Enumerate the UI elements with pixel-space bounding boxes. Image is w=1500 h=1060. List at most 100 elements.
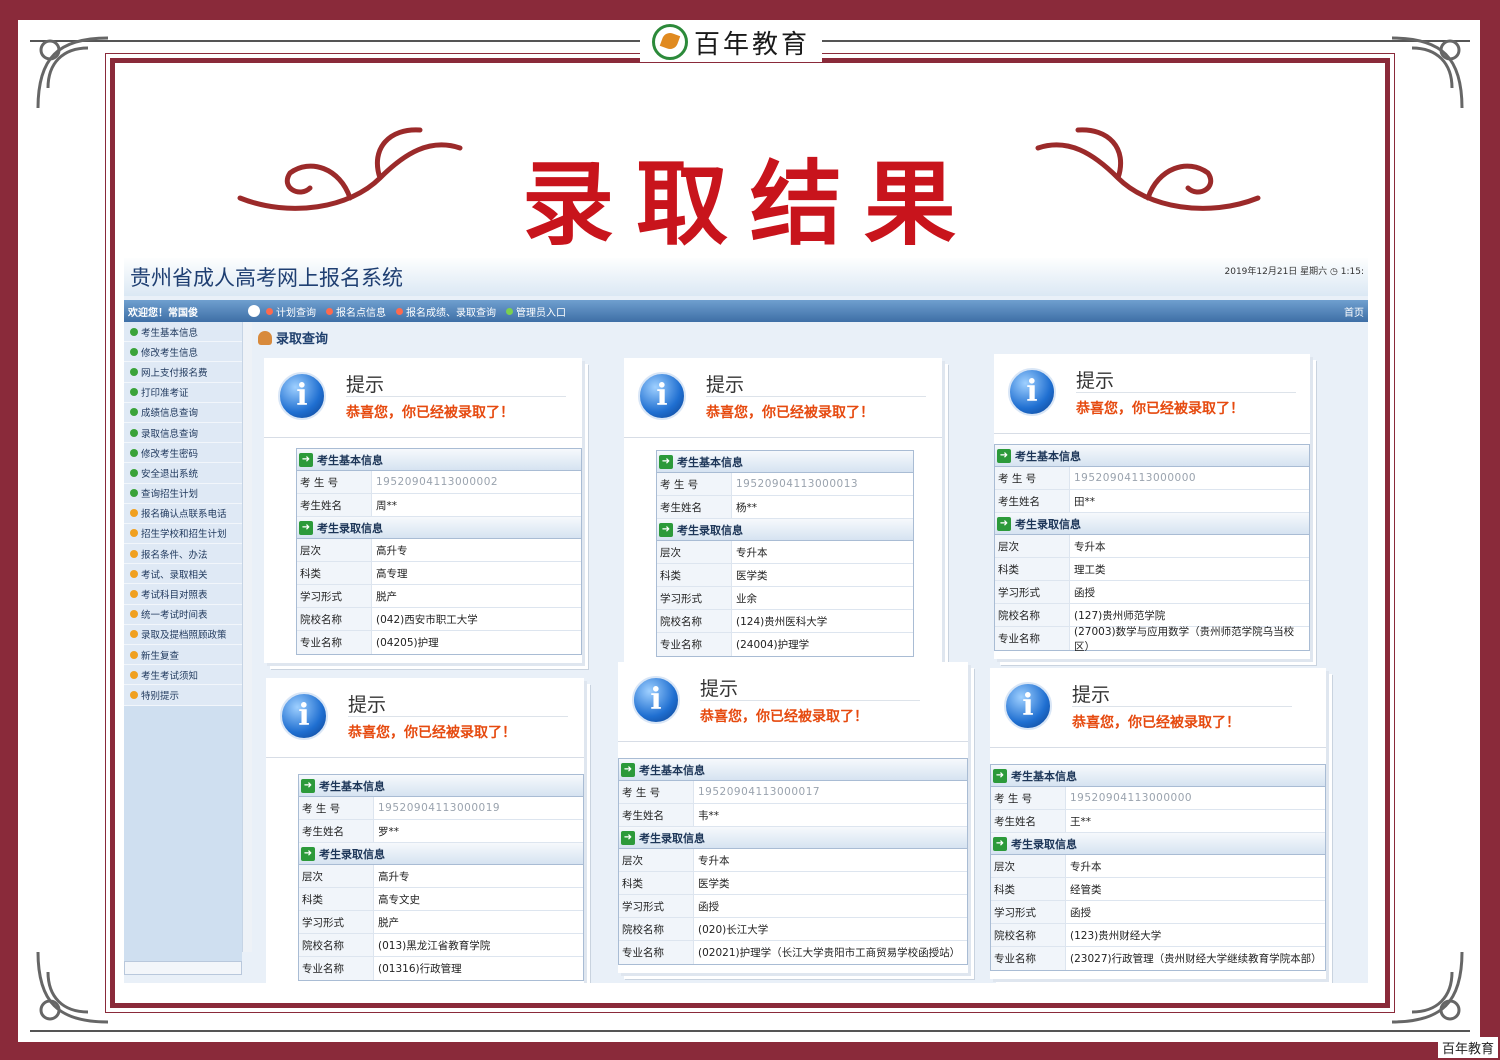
home-link[interactable]: 首页 <box>1344 304 1368 319</box>
tip-divider <box>700 700 920 701</box>
sidebar-item[interactable]: 安全退出系统 <box>124 463 242 484</box>
arrow-right-icon: ➜ <box>621 830 635 845</box>
tip-divider <box>346 396 566 397</box>
table-row: 学习形式 函授 <box>995 581 1309 604</box>
field-label: 层次 <box>297 539 372 561</box>
sidebar-bullet-icon <box>130 549 138 558</box>
sidebar-item[interactable]: 考生考试须知 <box>124 665 242 686</box>
sidebar: 考生基本信息修改考生信息 网上支付报名费 打印准考证 成绩信息查询 录取信息查询 修改考生… <box>124 322 242 962</box>
field-label: 学习形式 <box>297 585 372 607</box>
sidebar-item[interactable]: 特别提示 <box>124 685 242 706</box>
field-label: 科类 <box>299 888 374 910</box>
watermark: 百年教育 <box>1437 1037 1498 1058</box>
tip-title: 提示 <box>700 678 739 700</box>
sidebar-item[interactable]: 报名条件、办法 <box>124 544 242 565</box>
info-table: ➜ 考生基本信息 考 生 号 19520904113000017 考生姓名 韦** ➜… <box>618 758 968 965</box>
app-screenshot: 贵州省成人高考网上报名系统 2019年12月21日 星期六 ◷ 1:15: 欢迎… <box>124 258 1368 983</box>
sidebar-item[interactable]: 查询招生计划 <box>124 483 242 504</box>
table-row: 考 生 号 19520904113000000 <box>995 467 1309 490</box>
table-row: 专业名称 (01316)行政管理 <box>299 957 583 980</box>
table-row: 专业名称 (02021)护理学（长江大学贵阳市工商贸易学校函授站） <box>619 941 967 964</box>
sidebar-item[interactable]: 录取及提档照顾政策 <box>124 624 242 645</box>
sidebar-item[interactable]: 考生基本信息 <box>124 322 242 343</box>
section-label: 考生录取信息 <box>639 831 705 845</box>
nav-label: 报名点信息 <box>336 307 386 319</box>
sidebar-scrollbar[interactable] <box>242 322 252 952</box>
horizontal-scrollbar[interactable] <box>124 961 242 975</box>
sidebar-bullet-icon <box>130 489 138 498</box>
field-label: 院校名称 <box>619 918 694 940</box>
table-row: 专业名称 (23027)行政管理（贵州财经大学继续教育学院本部） <box>991 947 1325 970</box>
user-icon <box>258 330 272 345</box>
sidebar-item-label: 考生基本信息 <box>141 327 199 339</box>
field-label: 学习形式 <box>299 911 374 933</box>
section-label: 考生基本信息 <box>639 763 705 777</box>
field-label: 院校名称 <box>991 924 1066 946</box>
top-rule-left <box>30 40 640 42</box>
info-table: ➜ 考生基本信息 考 生 号 19520904113000000 考生姓名 田** ➜… <box>994 444 1310 653</box>
tip-box: i 提示 恭喜您，你已经被录取了！ <box>618 662 968 742</box>
table-row: 考 生 号 19520904113000000 <box>991 787 1325 810</box>
tip-divider <box>706 396 926 397</box>
tip-title: 提示 <box>1072 684 1111 706</box>
info-icon: i <box>632 676 680 724</box>
category-value: 高专理 <box>376 567 408 580</box>
field-label: 层次 <box>299 865 374 887</box>
field-label: 考 生 号 <box>991 787 1066 809</box>
sidebar-item[interactable]: 录取信息查询 <box>124 422 242 444</box>
tip-message: 恭喜您，你已经被录取了！ <box>1072 715 1240 731</box>
corner-ornament-tr <box>1391 36 1464 109</box>
sidebar-item[interactable]: 考试科目对照表 <box>124 584 242 605</box>
table-row: 层次 高升专 <box>299 865 583 888</box>
sidebar-bullet-icon <box>130 529 138 538</box>
tip-message: 恭喜您，你已经被录取了！ <box>706 405 874 421</box>
nav-label: 计划查询 <box>276 307 316 319</box>
sidebar-item-label: 报名条件、办法 <box>141 549 208 561</box>
table-row: 科类 医学类 <box>619 872 967 895</box>
exam-number: 19520904113000002 <box>376 476 499 488</box>
table-row: 考 生 号 19520904113000019 <box>299 797 583 820</box>
sidebar-item[interactable]: 成绩信息查询 <box>124 402 242 423</box>
app-title: 贵州省成人高考网上报名系统 <box>130 266 403 290</box>
section-label: 考生基本信息 <box>317 453 383 467</box>
field-label: 学习形式 <box>657 587 732 609</box>
field-label: 考生姓名 <box>619 804 694 826</box>
field-label: 学习形式 <box>991 901 1066 923</box>
sidebar-item[interactable]: 招生学校和招生计划 <box>124 523 242 545</box>
sidebar-item[interactable]: 修改考生密码 <box>124 443 242 464</box>
table-row: 专业名称 (04205)护理 <box>297 631 581 654</box>
table-row: 考生姓名 田** <box>995 490 1309 513</box>
major-value: (23027)行政管理（贵州财经大学继续教育学院本部） <box>1070 953 1322 965</box>
sidebar-item-label: 新生复查 <box>141 650 180 662</box>
level-value: 专升本 <box>1070 860 1102 873</box>
field-label: 考 生 号 <box>297 471 372 493</box>
sidebar-item[interactable]: 报名确认点联系电话 <box>124 503 242 524</box>
table-row: 院校名称 (020)长江大学 <box>619 918 967 941</box>
field-label: 考生姓名 <box>299 820 374 842</box>
back-icon[interactable] <box>248 305 260 317</box>
section-label: 考生基本信息 <box>1011 769 1077 783</box>
tip-box: i 提示 恭喜您，你已经被录取了！ <box>624 358 942 438</box>
tip-message: 恭喜您，你已经被录取了！ <box>346 405 514 421</box>
field-label: 院校名称 <box>995 604 1070 626</box>
sidebar-bullet-icon <box>130 650 138 659</box>
nav-admin-entry[interactable]: 管理员入口 <box>506 304 566 319</box>
table-row: 院校名称 (042)西安市职工大学 <box>297 608 581 631</box>
field-label: 层次 <box>657 541 732 563</box>
nav-score-admission[interactable]: 报名成绩、录取查询 <box>396 304 496 319</box>
sidebar-item[interactable]: 网上支付报名费 <box>124 362 242 383</box>
field-label: 考 生 号 <box>657 473 732 495</box>
sidebar-bullet-icon <box>130 367 138 376</box>
field-label: 专业名称 <box>297 631 372 654</box>
sidebar-item[interactable]: 修改考生信息 <box>124 342 242 363</box>
sidebar-item[interactable]: 考试、录取相关 <box>124 564 242 585</box>
nav-plan-query[interactable]: 计划查询 <box>266 304 316 319</box>
arrow-right-icon: ➜ <box>993 836 1007 851</box>
sidebar-item-label: 录取及提档照顾政策 <box>141 630 227 642</box>
sidebar-item[interactable]: 打印准考证 <box>124 382 242 403</box>
category-value: 经管类 <box>1070 883 1102 896</box>
nav-registration-points[interactable]: 报名点信息 <box>326 304 386 319</box>
sidebar-item[interactable]: 统一考试时间表 <box>124 604 242 625</box>
study-mode-value: 函授 <box>1074 586 1095 599</box>
sidebar-item[interactable]: 新生复查 <box>124 645 242 666</box>
